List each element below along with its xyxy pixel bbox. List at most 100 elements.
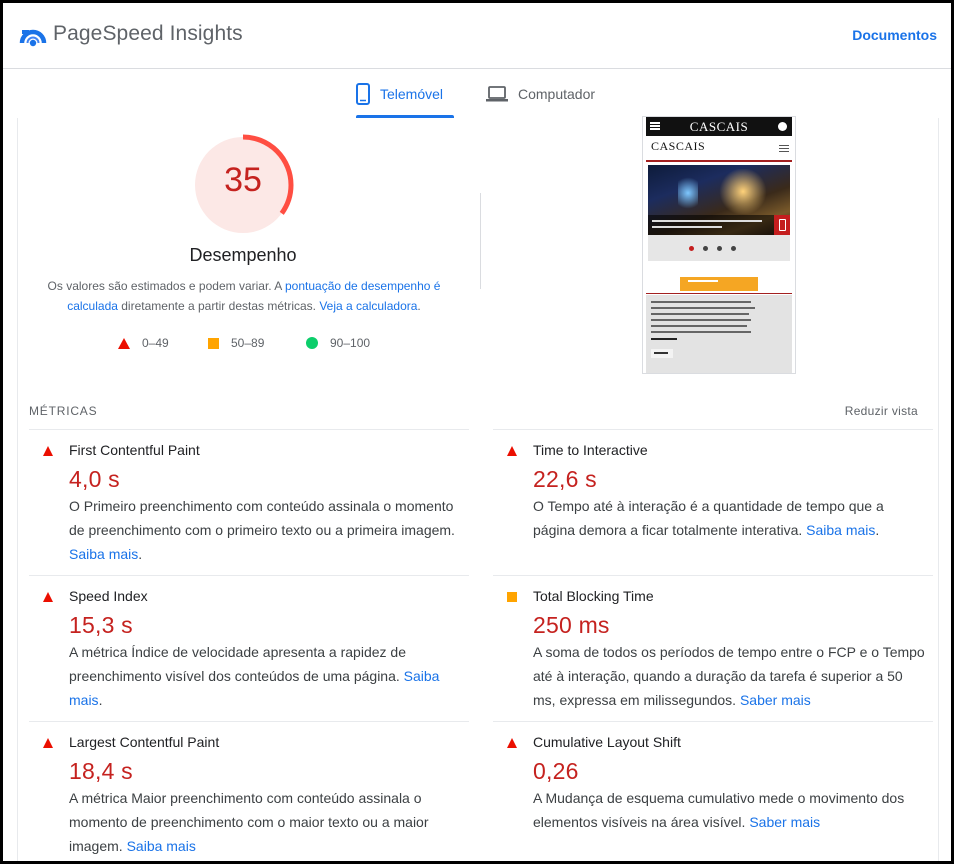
- metric-description: A Mudança de esquema cumulativo mede o m…: [533, 786, 929, 834]
- calculator-link[interactable]: Veja a calculadora: [319, 299, 417, 313]
- metric-desc-text: A Mudança de esquema cumulativo mede o m…: [533, 790, 905, 830]
- cookie-text-line: [651, 313, 749, 315]
- documentation-link[interactable]: Documentos: [852, 27, 937, 43]
- average-square-icon: [507, 592, 517, 602]
- cookie-text-line: [651, 331, 751, 333]
- metric-title: Cumulative Layout Shift: [533, 734, 681, 750]
- metric-desc-suffix: .: [138, 546, 143, 562]
- legend-fail: 0–49: [118, 336, 169, 350]
- screenshot-site-logo: CASCAIS: [651, 139, 706, 153]
- screenshot-divider: [646, 293, 792, 294]
- metric-title: Total Blocking Time: [533, 588, 654, 604]
- top-header: PageSpeed Insights Documentos: [3, 3, 951, 69]
- screenshot-account-icon: [778, 122, 787, 131]
- legend-pass-range: 90–100: [330, 336, 371, 350]
- learn-more-link[interactable]: Saiba mais: [69, 546, 138, 562]
- screenshot-banner: [680, 277, 758, 291]
- tab-mobile-label: Telemóvel: [380, 86, 444, 102]
- metric-title: Speed Index: [69, 588, 148, 604]
- smartphone-icon: [356, 83, 370, 105]
- metric-desc-text: A métrica Maior preenchimento com conteú…: [69, 790, 429, 854]
- legend-average: 50–89: [208, 336, 264, 350]
- metric-icon-wrap: [43, 592, 53, 602]
- metric-largest-contentful-paint: Largest Contentful Paint 18,4 s A métric…: [29, 721, 469, 861]
- laptop-icon: [486, 86, 508, 102]
- metric-time-to-interactive: Time to Interactive 22,6 s O Tempo até à…: [493, 429, 933, 575]
- tab-mobile[interactable]: Telemóvel: [356, 70, 443, 118]
- learn-more-link[interactable]: Saber mais: [749, 814, 820, 830]
- metric-desc-suffix: .: [875, 522, 880, 538]
- metric-value: 15,3 s: [69, 612, 133, 638]
- metric-total-blocking-time: Total Blocking Time 250 ms A soma de tod…: [493, 575, 933, 721]
- learn-more-link[interactable]: Saiba mais: [806, 522, 875, 538]
- page-frame: PageSpeed Insights Documentos Telemóvel …: [0, 0, 954, 864]
- performance-desc-text: Os valores são estimados e podem variar.…: [47, 279, 285, 293]
- collapse-view-button[interactable]: Reduzir vista: [845, 404, 918, 418]
- cookie-text-line: [651, 301, 751, 303]
- metric-value: 4,0 s: [69, 466, 120, 492]
- legend-pass: 90–100: [306, 336, 370, 350]
- performance-description: Os valores são estimados e podem variar.…: [39, 276, 449, 316]
- metric-first-contentful-paint: First Contentful Paint 4,0 s O Primeiro …: [29, 429, 469, 575]
- screenshot-divider: [646, 160, 792, 162]
- fail-triangle-icon: [43, 446, 53, 456]
- screenshot-cookie-notice: [646, 295, 792, 373]
- fail-triangle-icon: [43, 738, 53, 748]
- triangle-icon: [118, 337, 130, 349]
- carousel-dot: [703, 246, 708, 251]
- metric-description: A soma de todos os períodos de tempo ent…: [533, 640, 929, 712]
- metric-desc-suffix: .: [98, 692, 103, 708]
- performance-desc-text-mid: diretamente a partir destas métricas.: [117, 299, 320, 313]
- carousel-dot: [731, 246, 736, 251]
- hero-light-1: [678, 173, 698, 213]
- screenshot-menu2-icon: [779, 145, 789, 152]
- screenshot-site-title: CASCAIS: [689, 119, 749, 134]
- legend-fail-range: 0–49: [142, 336, 169, 350]
- legend-average-range: 50–89: [231, 336, 265, 350]
- metric-icon-wrap: [507, 738, 517, 748]
- screenshot-topbar: CASCAIS: [646, 117, 792, 136]
- caption-line: [652, 226, 722, 228]
- cookie-text-line: [651, 319, 751, 321]
- cookie-text-line: [651, 325, 747, 327]
- screenshot-accept-button: [651, 349, 673, 358]
- metrics-heading: MÉTRICAS: [29, 404, 98, 418]
- fail-triangle-icon: [507, 446, 517, 456]
- metric-icon-wrap: [507, 446, 517, 456]
- tab-desktop-label: Computador: [518, 86, 596, 102]
- page-screenshot-thumbnail: CASCAIS CASCAIS: [642, 116, 796, 374]
- metric-description: O Primeiro preenchimento com conteúdo as…: [69, 494, 465, 566]
- cookie-text-line: [651, 307, 755, 309]
- vertical-divider: [480, 193, 481, 289]
- app-title[interactable]: PageSpeed Insights: [53, 22, 243, 46]
- metric-description: A métrica Maior preenchimento com conteú…: [69, 786, 465, 858]
- performance-score-value: 35: [224, 161, 262, 199]
- metric-cumulative-layout-shift: Cumulative Layout Shift 0,26 A Mudança d…: [493, 721, 933, 861]
- pagespeed-logo-icon[interactable]: [19, 21, 47, 49]
- carousel-dot: [689, 246, 694, 251]
- fail-triangle-icon: [507, 738, 517, 748]
- metric-value: 22,6 s: [533, 466, 597, 492]
- metric-description: A métrica Índice de velocidade apresenta…: [69, 640, 465, 712]
- device-tabs: Telemóvel Computador: [3, 70, 951, 118]
- hero-caption: [648, 215, 774, 235]
- carousel-dot: [717, 246, 722, 251]
- learn-more-link[interactable]: Saiba mais: [127, 838, 196, 854]
- metric-title: Largest Contentful Paint: [69, 734, 220, 750]
- metric-value: 18,4 s: [69, 758, 133, 784]
- metric-icon-wrap: [43, 446, 53, 456]
- caption-line: [652, 220, 762, 222]
- hero-light-2: [718, 169, 768, 214]
- screenshot-hero-image: [648, 165, 790, 235]
- metric-value: 0,26: [533, 758, 579, 784]
- metric-icon-wrap: [507, 592, 517, 602]
- metric-desc-text: A soma de todos os períodos de tempo ent…: [533, 644, 925, 708]
- tab-desktop[interactable]: Computador: [486, 70, 595, 118]
- learn-more-link[interactable]: Saber mais: [740, 692, 811, 708]
- metric-icon-wrap: [43, 738, 53, 748]
- metric-description: O Tempo até à interação é a quantidade d…: [533, 494, 929, 542]
- hero-phone-icon: [774, 215, 790, 235]
- metric-desc-text: O Primeiro preenchimento com conteúdo as…: [69, 498, 455, 538]
- cookie-link-line: [651, 338, 677, 340]
- square-icon: [208, 337, 219, 349]
